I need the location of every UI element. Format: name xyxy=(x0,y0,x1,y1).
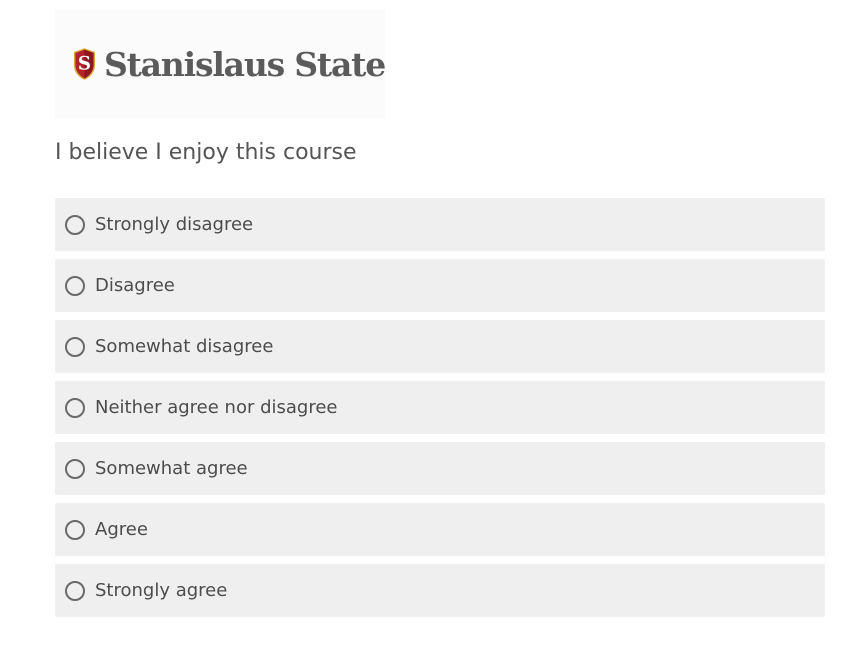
answer-options: Strongly disagree Disagree Somewhat disa… xyxy=(55,198,825,625)
option-label: Somewhat agree xyxy=(95,458,248,479)
option-label: Disagree xyxy=(95,275,175,296)
shield-letter: S xyxy=(78,54,91,75)
logo-wordmark: Stanislaus State xyxy=(103,44,386,84)
radio-button[interactable] xyxy=(65,397,85,418)
option-somewhat-disagree[interactable]: Somewhat disagree xyxy=(55,320,825,373)
option-label: Somewhat disagree xyxy=(95,336,274,357)
radio-button[interactable] xyxy=(65,336,85,357)
option-label: Agree xyxy=(95,519,148,540)
logo-banner: S Stanislaus State xyxy=(55,10,386,118)
radio-button[interactable] xyxy=(65,275,85,296)
option-neither-agree-nor-disagree[interactable]: Neither agree nor disagree xyxy=(55,381,825,434)
option-disagree[interactable]: Disagree xyxy=(55,259,825,312)
option-agree[interactable]: Agree xyxy=(55,503,825,556)
radio-button[interactable] xyxy=(65,458,85,479)
shield-logo-icon: S xyxy=(73,48,95,80)
survey-page: S Stanislaus State I believe I enjoy thi… xyxy=(0,0,861,660)
radio-button[interactable] xyxy=(65,214,85,235)
option-label: Neither agree nor disagree xyxy=(95,397,338,418)
option-somewhat-agree[interactable]: Somewhat agree xyxy=(55,442,825,495)
option-strongly-agree[interactable]: Strongly agree xyxy=(55,564,825,617)
radio-button[interactable] xyxy=(65,519,85,540)
radio-button[interactable] xyxy=(65,580,85,601)
question-text: I believe I enjoy this course xyxy=(55,140,357,165)
option-strongly-disagree[interactable]: Strongly disagree xyxy=(55,198,825,251)
option-label: Strongly agree xyxy=(95,580,228,601)
option-label: Strongly disagree xyxy=(95,214,254,235)
